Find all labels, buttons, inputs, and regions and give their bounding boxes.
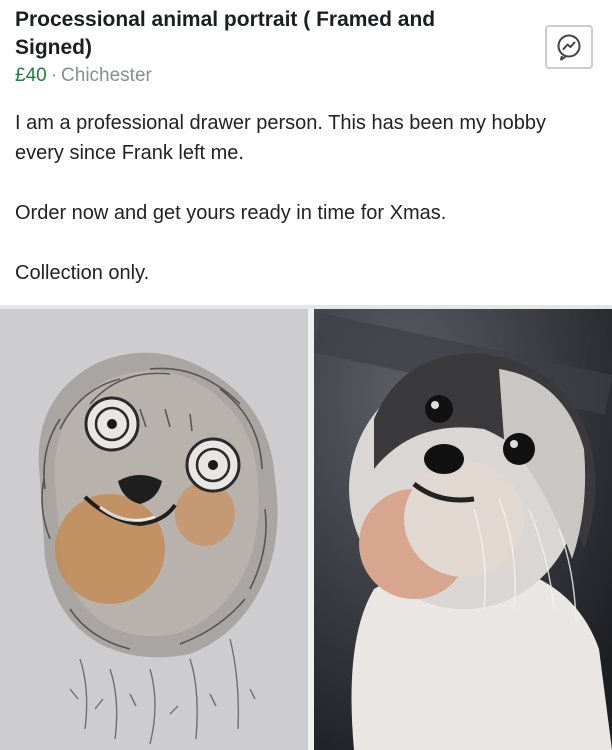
description-line-2: Order now and get yours ready in time fo…	[15, 202, 447, 224]
listing-description: I am a professional drawer person. This …	[15, 108, 600, 288]
listing-location[interactable]: Chichester	[61, 65, 152, 86]
listing-price: £40	[15, 65, 47, 86]
dog-photo[interactable]	[314, 309, 612, 750]
marketplace-listing: Processional animal portrait ( Framed an…	[0, 0, 612, 750]
listing-meta: £40 · Chichester	[15, 64, 152, 88]
message-seller-button[interactable]	[545, 25, 593, 69]
description-line-3: Collection only.	[15, 262, 150, 284]
drawing-photo[interactable]	[0, 309, 308, 750]
listing-title: Processional animal portrait ( Framed an…	[15, 8, 436, 59]
messenger-icon	[557, 34, 581, 61]
meta-separator: ·	[50, 65, 58, 86]
photo-gallery	[0, 309, 612, 750]
description-line-1: I am a professional drawer person. This …	[15, 112, 547, 164]
